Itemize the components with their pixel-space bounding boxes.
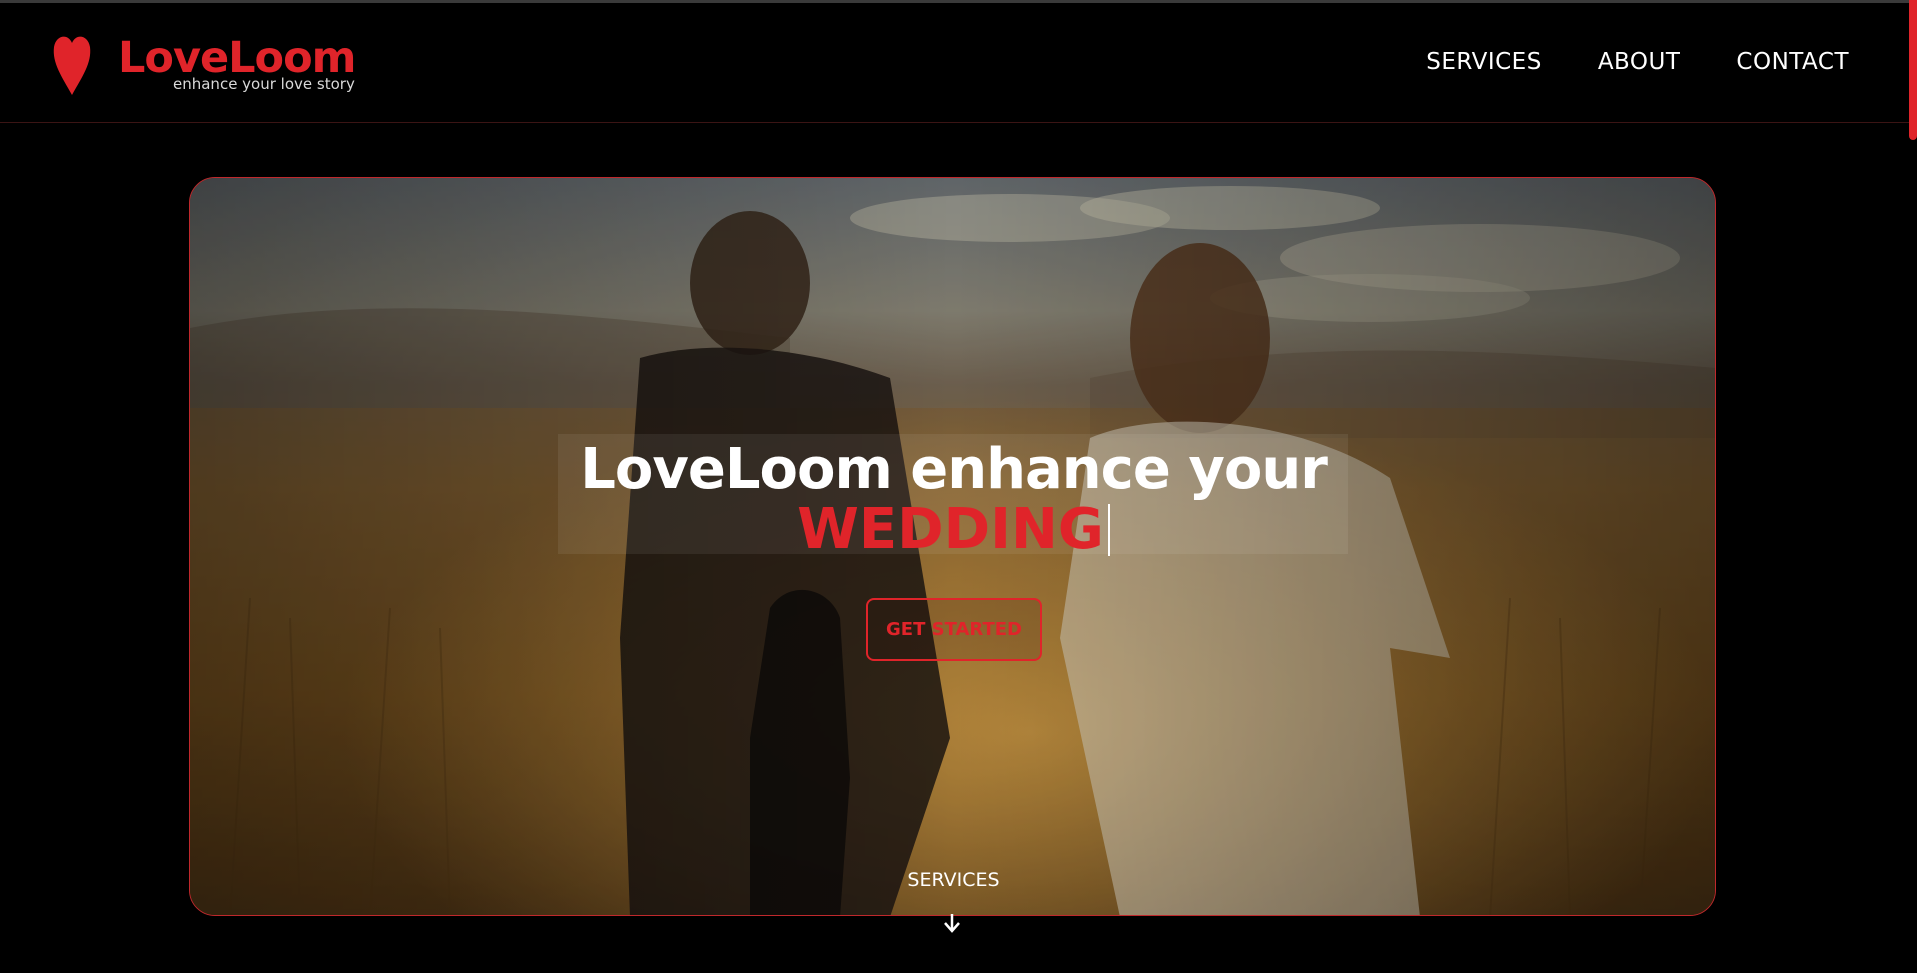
arrow-down-icon[interactable]: [941, 912, 963, 934]
hero-accent-word: WEDDING: [797, 497, 1104, 562]
hero-headline-accent: WEDDING: [190, 497, 1715, 562]
hero-headline: LoveLoom enhance your: [580, 437, 1328, 502]
nav-about-link[interactable]: ABOUT: [1598, 49, 1681, 75]
logo[interactable]: LoveLoom enhance your love story: [52, 31, 372, 101]
brand-name: LoveLoom: [118, 33, 356, 83]
nav-services-link[interactable]: SERVICES: [1426, 49, 1542, 75]
page-scrollbar[interactable]: [1909, 0, 1917, 140]
scroll-services-link[interactable]: SERVICES: [190, 869, 1715, 891]
brand-tagline: enhance your love story: [173, 75, 355, 93]
heart-icon: [53, 36, 91, 95]
hero-banner: LoveLoom enhance your WEDDING GET STARTE…: [189, 177, 1716, 916]
typing-cursor: [1107, 504, 1110, 556]
main-nav: SERVICES ABOUT CONTACT: [1426, 49, 1849, 75]
site-header: LoveLoom enhance your love story SERVICE…: [0, 3, 1917, 123]
get-started-button[interactable]: GET STARTED: [866, 598, 1042, 661]
nav-contact-link[interactable]: CONTACT: [1736, 49, 1849, 75]
